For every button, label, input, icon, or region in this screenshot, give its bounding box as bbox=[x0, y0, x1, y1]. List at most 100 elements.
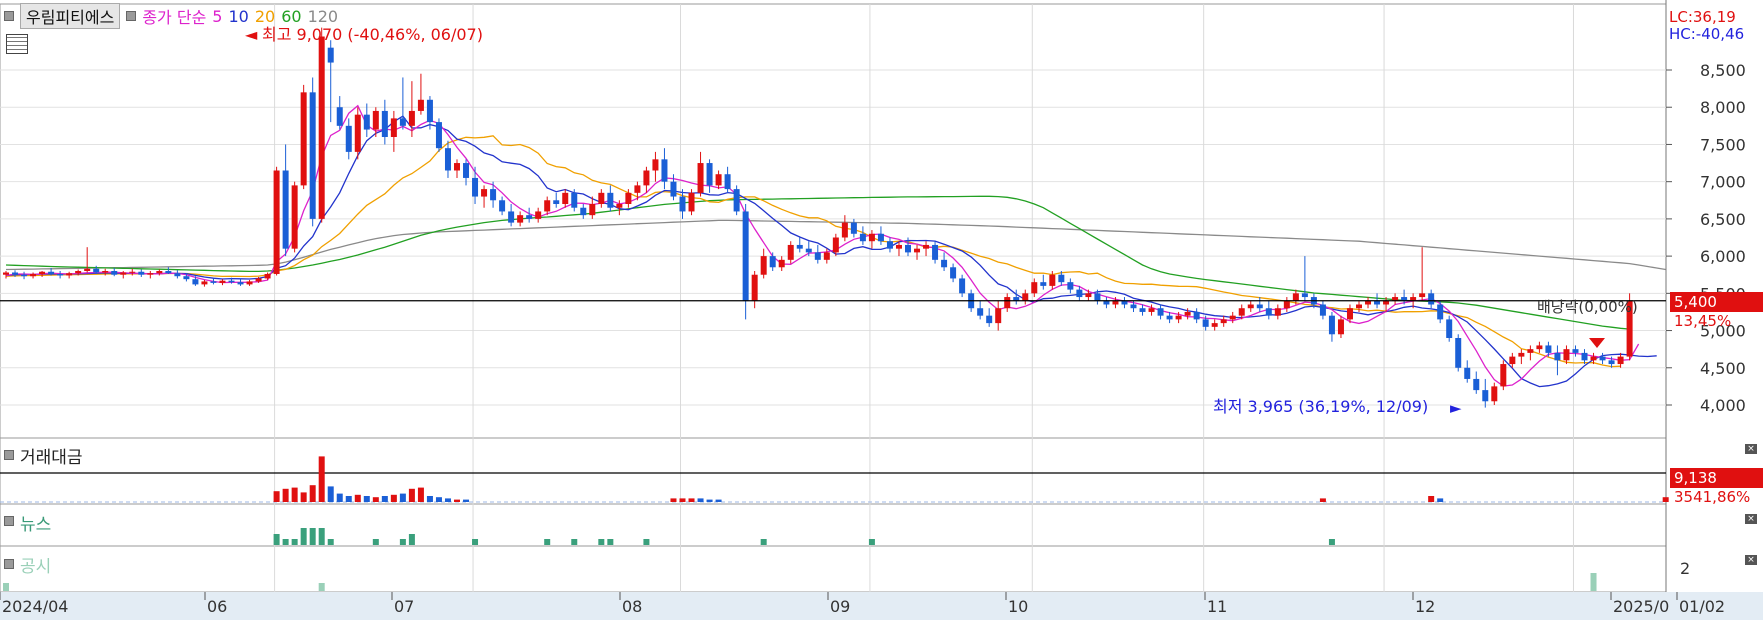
table-view-icon[interactable] bbox=[6, 34, 28, 54]
candle-body bbox=[210, 281, 217, 283]
news-bar bbox=[309, 528, 316, 545]
candle-body bbox=[48, 271, 55, 274]
news-bar bbox=[571, 539, 578, 545]
candle-body bbox=[408, 110, 415, 126]
ma-5-label[interactable]: 5 bbox=[212, 7, 222, 26]
volume-bar bbox=[1662, 497, 1669, 502]
candle-body bbox=[1076, 289, 1083, 298]
candle-body bbox=[1301, 293, 1308, 298]
candle-body bbox=[1274, 308, 1281, 316]
candle-body bbox=[1193, 311, 1200, 320]
svg-text:►: ► bbox=[1450, 399, 1462, 417]
candle-body bbox=[616, 204, 623, 208]
candle-body bbox=[643, 170, 650, 186]
candle-body bbox=[336, 107, 343, 126]
candle-body bbox=[174, 273, 181, 277]
volume-panel-icon[interactable] bbox=[4, 450, 14, 460]
candle-body bbox=[688, 192, 695, 212]
candle-body bbox=[1509, 356, 1516, 365]
candle-body bbox=[255, 278, 262, 282]
candle-body bbox=[932, 244, 939, 260]
candle-body bbox=[1139, 308, 1146, 312]
current-price-text: 5,400 bbox=[1674, 293, 1717, 311]
date-tick-label: 06 bbox=[207, 597, 227, 616]
candle-body bbox=[697, 163, 704, 193]
current-change-text: 13,45% bbox=[1674, 312, 1731, 330]
candle-body bbox=[733, 189, 740, 212]
disclosure-panel-title: 공시 bbox=[20, 557, 52, 577]
candle-body bbox=[264, 273, 271, 279]
candle-body bbox=[318, 36, 325, 219]
candle-body bbox=[868, 233, 875, 242]
volume-panel-close-icon[interactable]: × bbox=[1745, 444, 1757, 454]
candle-body bbox=[192, 279, 199, 285]
candle-body bbox=[1247, 304, 1254, 309]
candle-body bbox=[1446, 319, 1453, 338]
candle-body bbox=[147, 273, 154, 275]
candle-body bbox=[1328, 315, 1335, 335]
candle-body bbox=[796, 244, 803, 249]
disclosure-bar bbox=[1590, 573, 1597, 591]
candle-body bbox=[1356, 304, 1362, 309]
candle-body bbox=[526, 215, 533, 219]
candle-body bbox=[417, 99, 424, 111]
candle-body bbox=[435, 122, 442, 149]
candle-body bbox=[1473, 378, 1480, 391]
news-bar bbox=[327, 539, 334, 545]
ma-20-label[interactable]: 20 bbox=[255, 7, 275, 26]
news-panel-close-icon[interactable]: × bbox=[1745, 514, 1757, 524]
ma-120-label[interactable]: 120 bbox=[308, 7, 339, 26]
candle-body bbox=[1022, 293, 1029, 301]
news-panel-icon[interactable] bbox=[4, 516, 14, 526]
candle-body bbox=[895, 244, 902, 249]
candle-body bbox=[12, 272, 19, 275]
volume-bar bbox=[354, 494, 361, 502]
news-bar bbox=[273, 534, 280, 545]
candle-body bbox=[156, 271, 163, 274]
disclosure-panel-icon[interactable] bbox=[4, 559, 14, 569]
ma-60-label[interactable]: 60 bbox=[281, 7, 301, 26]
candle-body bbox=[1085, 293, 1092, 298]
candle-body bbox=[372, 110, 379, 130]
candle-body bbox=[246, 281, 253, 285]
legend-menu-icon[interactable] bbox=[4, 11, 14, 21]
candle-body bbox=[986, 315, 993, 324]
candle-body bbox=[941, 259, 948, 268]
candle-body bbox=[1031, 282, 1038, 294]
candle-body bbox=[363, 114, 370, 130]
stock-name[interactable]: 우림피티에스 bbox=[20, 3, 121, 29]
candle-body bbox=[1175, 315, 1182, 320]
candle-body bbox=[760, 256, 767, 275]
candle-body bbox=[390, 118, 397, 137]
date-tick-label: 01/02 bbox=[1679, 597, 1725, 616]
news-bar bbox=[282, 539, 289, 545]
disclosure-panel-close-icon[interactable]: × bbox=[1745, 555, 1757, 565]
candle-body bbox=[544, 200, 551, 212]
candle-body bbox=[1554, 352, 1561, 361]
volume-bar bbox=[454, 499, 460, 502]
indicator-name[interactable]: 종가 단순 bbox=[142, 4, 206, 28]
low-annotation: 최저 3,965 (36,19%, 12/09) ► bbox=[1213, 397, 1462, 417]
candle-body bbox=[354, 114, 361, 152]
news-bar bbox=[291, 539, 298, 545]
volume-bar bbox=[399, 493, 406, 502]
candle-body bbox=[57, 273, 64, 276]
candle-body bbox=[300, 92, 307, 186]
candle-body bbox=[1265, 308, 1272, 316]
candle-body bbox=[769, 256, 776, 268]
indicator-menu-icon[interactable] bbox=[126, 11, 137, 21]
price-tick-label: 4,500 bbox=[1700, 359, 1746, 378]
volume-bar bbox=[318, 456, 325, 502]
stock-chart[interactable]: 8,5008,0007,5007,0006,5006,0005,5005,000… bbox=[0, 0, 1763, 620]
volume-value-text: 9,138 bbox=[1674, 469, 1717, 487]
news-bar bbox=[1328, 539, 1335, 545]
ma-10-label[interactable]: 10 bbox=[228, 7, 248, 26]
candle-body bbox=[1319, 304, 1326, 316]
candle-body bbox=[444, 148, 451, 171]
candle-body bbox=[562, 192, 569, 204]
date-tick-label: 09 bbox=[830, 597, 850, 616]
candle-body bbox=[1202, 319, 1209, 327]
candle-body bbox=[21, 274, 28, 277]
candle-body bbox=[715, 174, 722, 186]
candle-body bbox=[1419, 293, 1426, 298]
